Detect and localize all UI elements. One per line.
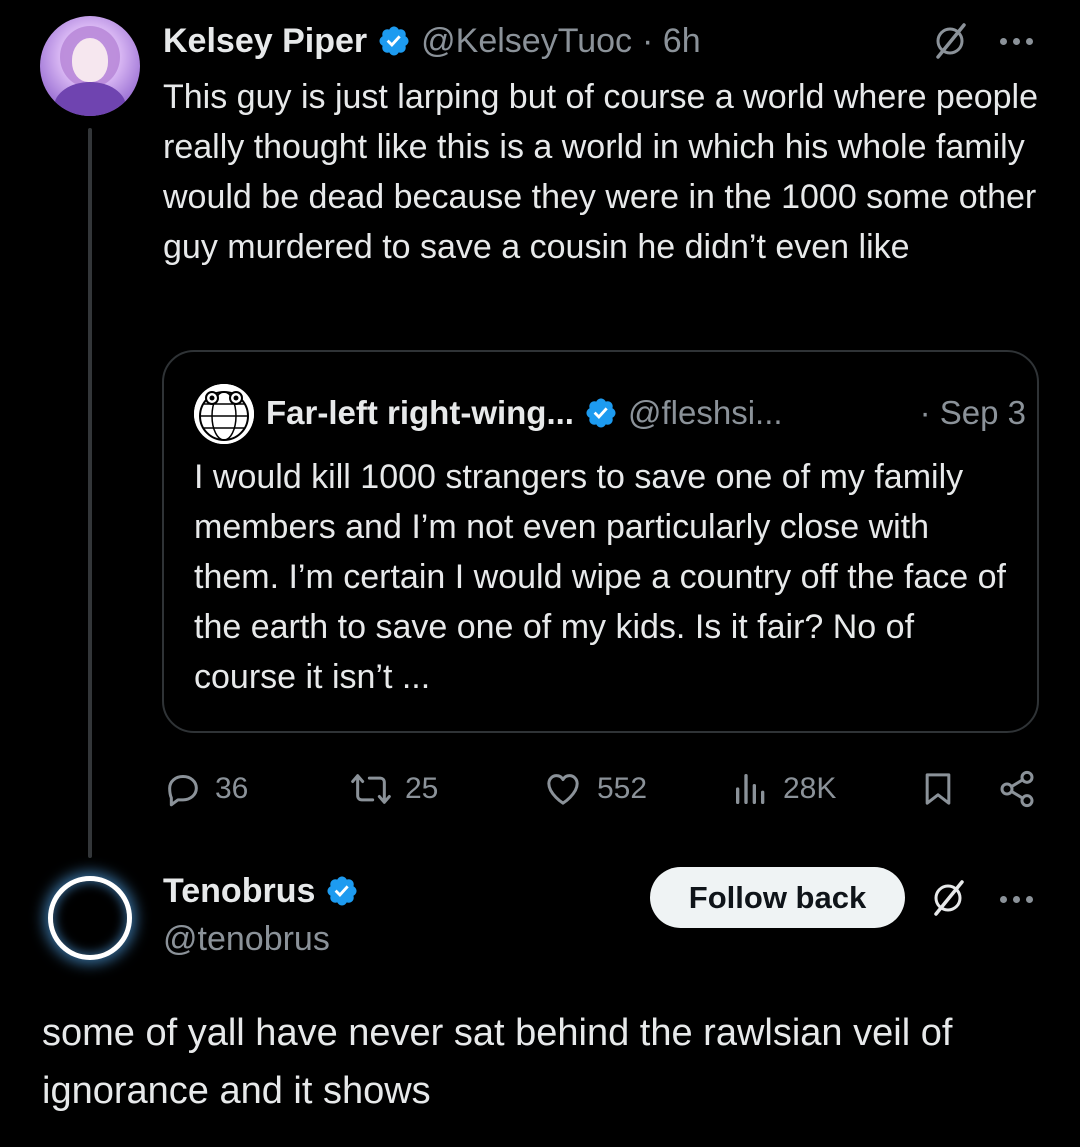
quote-author-handle[interactable]: @fleshsi...: [628, 394, 783, 432]
repost-icon: [351, 774, 391, 804]
views-button[interactable]: 28K: [731, 762, 836, 816]
quote-header: Far-left right-wing... @fleshsi... · Sep…: [266, 390, 1026, 436]
reply-author-handle[interactable]: @tenobrus: [163, 920, 330, 959]
reply-count: 36: [215, 772, 249, 805]
quote-avatar[interactable]: [194, 384, 254, 444]
reply-header: Tenobrus: [163, 868, 359, 914]
like-icon: [547, 774, 579, 805]
quote-author-name[interactable]: Far-left right-wing...: [266, 394, 574, 432]
like-count: 552: [597, 772, 648, 805]
follow-back-button[interactable]: Follow back: [650, 867, 905, 928]
tweet-time[interactable]: · 6h: [642, 22, 701, 61]
more-icon[interactable]: [1000, 38, 1033, 45]
timeline: Kelsey Piper @KelseyTuoc · 6h This guy i…: [0, 0, 1080, 1147]
tweet-actions: 36 25 552 28K: [163, 762, 1043, 816]
reply-button[interactable]: 36: [163, 762, 248, 816]
bookmark-button[interactable]: [918, 762, 958, 816]
reply-icon: [168, 775, 198, 807]
share-button[interactable]: [997, 762, 1037, 816]
quote-date[interactable]: · Sep 3: [920, 394, 1026, 432]
views-count: 28K: [783, 772, 837, 805]
reply-author-name[interactable]: Tenobrus: [163, 872, 315, 911]
verified-badge-icon: [327, 876, 357, 906]
share-icon: [1000, 770, 1034, 808]
verified-badge-icon: [379, 26, 409, 56]
reply-text: some of yall have never sat behind the r…: [42, 1012, 953, 1112]
repost-count: 25: [405, 772, 439, 805]
globe-face-icon: [194, 384, 254, 444]
quoted-tweet[interactable]: Far-left right-wing... @fleshsi... · Sep…: [162, 350, 1039, 733]
avatar-kelsey-piper[interactable]: [40, 16, 140, 116]
bookmark-icon: [925, 773, 951, 805]
like-button[interactable]: 552: [541, 762, 647, 816]
verified-badge-icon: [586, 398, 616, 428]
views-icon: [736, 774, 765, 804]
thread-line: [88, 128, 92, 858]
tweet-header: Kelsey Piper @KelseyTuoc · 6h: [163, 18, 701, 64]
grok-icon[interactable]: [928, 878, 968, 918]
avatar-tenobrus[interactable]: [48, 876, 132, 960]
more-icon[interactable]: [1000, 896, 1033, 903]
grok-icon[interactable]: [930, 21, 970, 61]
author-handle[interactable]: @KelseyTuoc: [421, 22, 632, 61]
quote-text: I would kill 1000 strangers to save one …: [194, 458, 1006, 696]
author-name[interactable]: Kelsey Piper: [163, 22, 367, 61]
repost-button[interactable]: 25: [349, 762, 438, 816]
tweet-text: This guy is just larping but of course a…: [163, 78, 1039, 266]
